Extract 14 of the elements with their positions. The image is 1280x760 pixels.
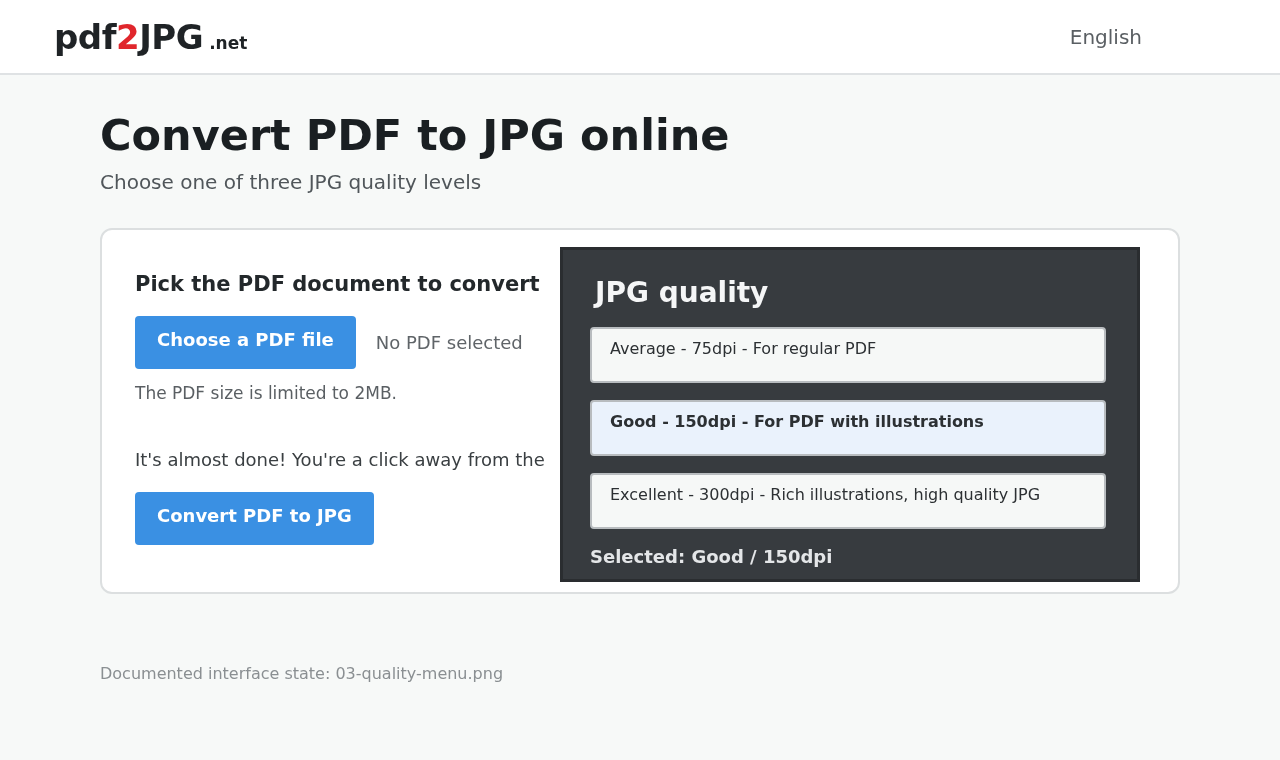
- language-link[interactable]: English: [1069, 24, 1142, 49]
- page-subtitle: Choose one of three JPG quality levels: [100, 170, 482, 195]
- menu-title: JPG quality: [595, 276, 770, 310]
- ready-text: It's almost done! You're a click away from the: [135, 449, 545, 471]
- footer-note: Documented interface state: 03-quality-menu.png: [100, 664, 504, 684]
- size-note: The PDF size is limited to 2MB.: [135, 383, 397, 404]
- logo[interactable]: pdf2JPG .net: [54, 16, 248, 57]
- quality-option[interactable]: Good - 150dpi - For PDF with illustrations: [590, 400, 1106, 457]
- quality-option[interactable]: Average - 75dpi - For regular PDF: [590, 327, 1106, 384]
- file-status: No PDF selected: [375, 332, 523, 354]
- card-heading: Pick the PDF document to convert: [135, 272, 540, 297]
- quality-option[interactable]: Excellent - 300dpi - Rich illustrations, high quality JPG: [590, 473, 1106, 530]
- selected-quality-text: Selected: Good / 150dpi: [590, 546, 834, 568]
- page-title: Convert PDF to JPG online: [100, 111, 730, 161]
